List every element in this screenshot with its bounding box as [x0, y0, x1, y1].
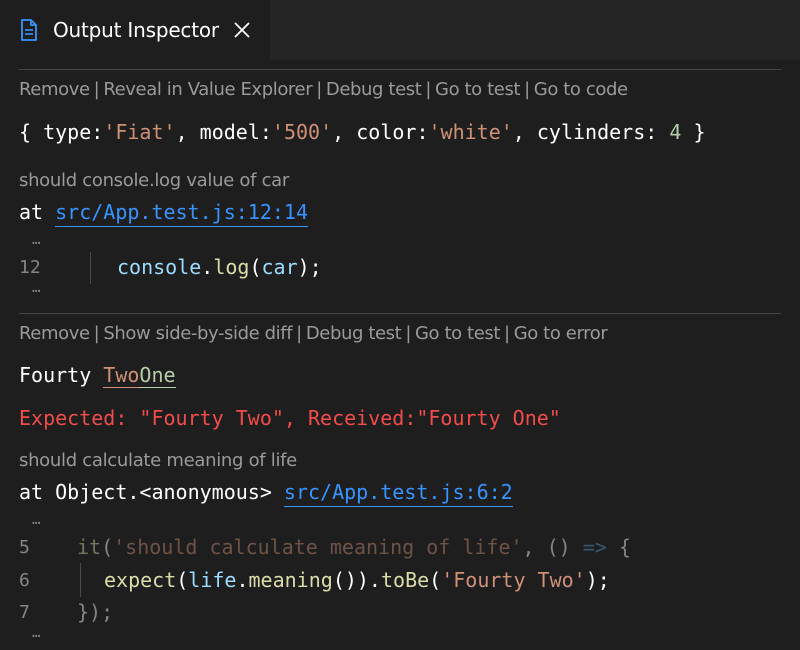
ellipsis: … — [32, 280, 42, 296]
key-type: type — [43, 120, 92, 144]
inline-diff: Fourty TwoOne — [19, 363, 176, 388]
reveal-in-value-explorer-link[interactable]: Reveal in Value Explorer — [103, 79, 312, 100]
debug-test-link[interactable]: Debug test — [306, 323, 402, 344]
value-color: 'white' — [428, 120, 513, 144]
ellipsis: … — [32, 625, 42, 641]
close-icon[interactable] — [232, 20, 252, 40]
remove-link[interactable]: Remove — [19, 79, 90, 100]
debug-test-link[interactable]: Debug test — [326, 79, 422, 100]
file-icon — [21, 19, 37, 41]
go-to-test-link[interactable]: Go to test — [435, 79, 520, 100]
key-color: color — [356, 120, 417, 144]
value-cylinders: 4 — [669, 120, 682, 144]
location-link[interactable]: src/App.test.js:6:2 — [283, 480, 513, 507]
value-type: 'Fiat' — [103, 120, 176, 144]
show-diff-link[interactable]: Show side-by-side diff — [103, 323, 292, 344]
code-line-context: it('should calculate meaning of life', (… — [77, 535, 631, 559]
tab-title: Output Inspector — [53, 18, 219, 42]
line-number: 12 — [19, 257, 41, 278]
remove-link[interactable]: Remove — [19, 323, 90, 344]
key-model: model — [199, 120, 260, 144]
indent-guide — [90, 252, 91, 284]
error-message: Expected: "Fourty Two", Received:"Fourty… — [19, 406, 561, 430]
separator — [19, 313, 781, 314]
key-cylinders: cylinders — [536, 120, 646, 144]
location-link[interactable]: src/App.test.js:12:14 — [55, 200, 308, 227]
diff-removed: Two — [103, 363, 140, 388]
code-line: console.log(car); — [117, 255, 322, 279]
location-line: at src/App.test.js:12:14 — [19, 200, 308, 227]
tab-bar: Output Inspector — [0, 0, 800, 60]
value-model: '500' — [271, 120, 333, 144]
entry2-actions: Remove | Show side-by-side diff | Debug test… — [19, 323, 608, 344]
go-to-error-link[interactable]: Go to error — [514, 323, 608, 344]
code-line-context: }); — [77, 600, 114, 624]
ellipsis: … — [32, 232, 42, 248]
code-line-error: expect(life.meaning()).toBe('Fourty Two'… — [104, 568, 610, 592]
go-to-code-link[interactable]: Go to code — [534, 79, 628, 100]
location-line: at Object.<anonymous> src/App.test.js:6:… — [19, 480, 513, 507]
test-description: should console.log value of car — [19, 170, 290, 191]
indent-guide — [80, 563, 81, 597]
line-number: 6 — [19, 570, 30, 591]
line-number: 7 — [19, 602, 30, 623]
line-number: 5 — [19, 537, 30, 558]
go-to-test-link[interactable]: Go to test — [415, 323, 500, 344]
tab-output-inspector[interactable]: Output Inspector — [0, 0, 270, 60]
entry1-actions: Remove | Reveal in Value Explorer | Debug te… — [19, 79, 628, 100]
separator — [19, 69, 781, 70]
diff-added: One — [139, 363, 176, 388]
logged-value: { type:'Fiat', model:'500', color:'white… — [19, 120, 706, 144]
ellipsis: … — [32, 512, 42, 528]
test-description: should calculate meaning of life — [19, 450, 297, 471]
